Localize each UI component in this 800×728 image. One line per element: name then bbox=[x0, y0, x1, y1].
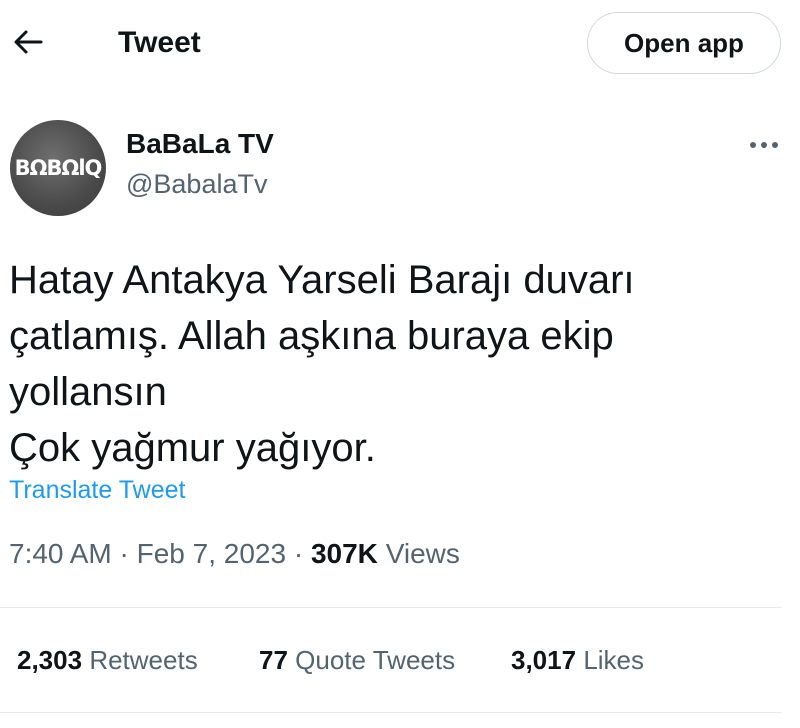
page-title: Tweet bbox=[118, 26, 201, 59]
divider bbox=[0, 607, 782, 608]
likes-count: 3,017 bbox=[511, 645, 577, 675]
retweets-label: Retweets bbox=[89, 645, 198, 675]
tweet-meta: 7:40 AM · Feb 7, 2023 · 307K Views bbox=[9, 536, 460, 572]
tweet-line: Hatay Antakya Yarseli Barajı duvarı bbox=[9, 258, 635, 302]
translate-tweet-link[interactable]: Translate Tweet bbox=[9, 474, 185, 506]
meta-separator: · bbox=[293, 538, 304, 569]
likes-stat[interactable]: 3,017 Likes bbox=[511, 643, 644, 677]
top-bar: Tweet Open app bbox=[0, 0, 800, 88]
open-app-button[interactable]: Open app bbox=[587, 12, 781, 74]
meta-separator: · bbox=[119, 538, 129, 569]
views-count: 307K bbox=[310, 538, 378, 569]
tweet-line: çatlamış. Allah aşkına buraya ekip bbox=[9, 314, 614, 358]
quotes-label: Quote Tweets bbox=[295, 645, 456, 675]
author-display-name[interactable]: BaBaLa TV bbox=[126, 127, 274, 161]
back-button[interactable] bbox=[6, 20, 50, 64]
quotes-count: 77 bbox=[259, 645, 288, 675]
more-horizontal-icon bbox=[750, 142, 778, 148]
tweet-line: Çok yağmur yağıyor. bbox=[9, 426, 376, 470]
avatar-logo-text: BΩBΩlQ bbox=[14, 156, 103, 180]
avatar[interactable]: BΩBΩlQ bbox=[10, 120, 106, 216]
arrow-left-icon bbox=[14, 30, 43, 54]
retweets-stat[interactable]: 2,303 Retweets bbox=[17, 643, 198, 677]
tweet-date[interactable]: Feb 7, 2023 bbox=[137, 538, 286, 569]
author-handle[interactable]: @BabalaTv bbox=[126, 167, 267, 201]
views-label: Views bbox=[385, 538, 460, 569]
divider bbox=[0, 712, 782, 713]
tweet-text: Hatay Antakya Yarseli Barajı duvarı çatl… bbox=[9, 252, 789, 476]
more-options-button[interactable] bbox=[744, 128, 784, 162]
tweet-line: yollansın bbox=[9, 370, 167, 414]
tweet-time[interactable]: 7:40 AM bbox=[9, 538, 112, 569]
quote-tweets-stat[interactable]: 77 Quote Tweets bbox=[259, 643, 455, 677]
retweets-count: 2,303 bbox=[17, 645, 83, 675]
likes-label: Likes bbox=[583, 645, 645, 675]
